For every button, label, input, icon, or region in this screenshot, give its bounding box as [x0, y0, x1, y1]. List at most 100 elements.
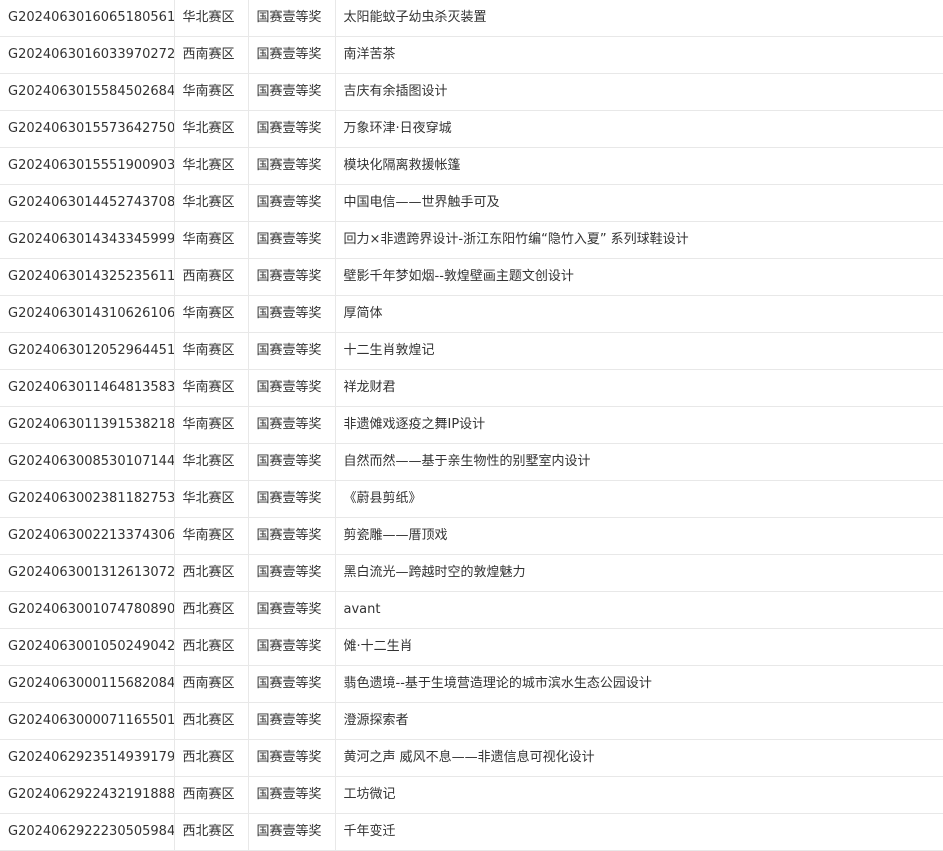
work-title-cell: 祥龙财君 — [334, 369, 943, 407]
region-cell: 华北赛区 — [173, 0, 249, 37]
entry-id-cell: G2024063016033970272 — [0, 36, 175, 74]
table-row: G2024063001312613072 西北赛区 国赛壹等奖 黑白流光—跨越时空的敦… — [0, 554, 943, 592]
table-row: G2024063002213374306 华南赛区 国赛壹等奖 剪瓷雕——厝顶戏 — [0, 517, 943, 555]
awards-table-body: G2024063016065180561 华北赛区 国赛壹等奖 太阳能蚊子幼虫杀灭装置… — [0, 0, 943, 851]
region-cell: 西南赛区 — [173, 258, 249, 296]
entry-id-cell: G2024063002213374306 — [0, 517, 175, 555]
table-row: G2024063014310626106 华南赛区 国赛壹等奖 厚简体 — [0, 295, 943, 333]
entry-id-cell: G2024063014452743708 — [0, 184, 175, 222]
award-cell: 国赛壹等奖 — [247, 517, 336, 555]
table-row: G2024062923514939179 西北赛区 国赛壹等奖 黄河之声 威风不息——… — [0, 739, 943, 777]
awards-table: G2024063016065180561 华北赛区 国赛壹等奖 太阳能蚊子幼虫杀灭装置… — [0, 0, 943, 851]
region-cell: 西南赛区 — [173, 776, 249, 814]
table-row: G2024063011391538218 华南赛区 国赛壹等奖 非遗傩戏逐疫之舞IP设… — [0, 406, 943, 444]
award-cell: 国赛壹等奖 — [247, 665, 336, 703]
table-row: G2024063012052964451 华南赛区 国赛壹等奖 十二生肖敦煌记 — [0, 332, 943, 370]
work-title-cell: 中国电信——世界触手可及 — [334, 184, 943, 222]
entry-id-cell: G2024063011391538218 — [0, 406, 175, 444]
table-row: G2024063014343345999 华南赛区 国赛壹等奖 回力×非遗跨界设计-浙… — [0, 221, 943, 259]
award-cell: 国赛壹等奖 — [247, 739, 336, 777]
table-row: G2024063014325235611 西南赛区 国赛壹等奖 壁影千年梦如烟--敦煌… — [0, 258, 943, 296]
award-cell: 国赛壹等奖 — [247, 443, 336, 481]
region-cell: 华北赛区 — [173, 480, 249, 518]
region-cell: 西北赛区 — [173, 591, 249, 629]
award-cell: 国赛壹等奖 — [247, 480, 336, 518]
region-cell: 西南赛区 — [173, 665, 249, 703]
region-cell: 华南赛区 — [173, 295, 249, 333]
award-cell: 国赛壹等奖 — [247, 295, 336, 333]
entry-id-cell: G2024063008530107144 — [0, 443, 175, 481]
entry-id-cell: G2024063012052964451 — [0, 332, 175, 370]
work-title-cell: avant — [334, 591, 943, 629]
work-title-cell: 千年变迁 — [334, 813, 943, 851]
work-title-cell: 吉庆有余插图设计 — [334, 73, 943, 111]
table-row: G2024063002381182753 华北赛区 国赛壹等奖 《蔚县剪纸》 — [0, 480, 943, 518]
table-row: G2024063000071165501 西北赛区 国赛壹等奖 澄源探索者 — [0, 702, 943, 740]
table-row: G2024063011464813583 华南赛区 国赛壹等奖 祥龙财君 — [0, 369, 943, 407]
entry-id-cell: G2024063001074780890 — [0, 591, 175, 629]
award-cell: 国赛壹等奖 — [247, 369, 336, 407]
award-cell: 国赛壹等奖 — [247, 147, 336, 185]
work-title-cell: 黑白流光—跨越时空的敦煌魅力 — [334, 554, 943, 592]
award-cell: 国赛壹等奖 — [247, 406, 336, 444]
award-cell: 国赛壹等奖 — [247, 332, 336, 370]
work-title-cell: 翡色遗境--基于生境营造理论的城市滨水生态公园设计 — [334, 665, 943, 703]
region-cell: 西北赛区 — [173, 702, 249, 740]
region-cell: 华北赛区 — [173, 443, 249, 481]
award-cell: 国赛壹等奖 — [247, 110, 336, 148]
region-cell: 华南赛区 — [173, 406, 249, 444]
region-cell: 西北赛区 — [173, 813, 249, 851]
table-row: G2024062922230505984 西北赛区 国赛壹等奖 千年变迁 — [0, 813, 943, 851]
entry-id-cell: G2024062923514939179 — [0, 739, 175, 777]
region-cell: 华南赛区 — [173, 369, 249, 407]
table-row: G2024062922432191888 西南赛区 国赛壹等奖 工坊微记 — [0, 776, 943, 814]
entry-id-cell: G2024063001050249042 — [0, 628, 175, 666]
region-cell: 西北赛区 — [173, 554, 249, 592]
work-title-cell: 非遗傩戏逐疫之舞IP设计 — [334, 406, 943, 444]
award-cell: 国赛壹等奖 — [247, 36, 336, 74]
work-title-cell: 太阳能蚊子幼虫杀灭装置 — [334, 0, 943, 37]
entry-id-cell: G2024063015584502684 — [0, 73, 175, 111]
entry-id-cell: G2024063011464813583 — [0, 369, 175, 407]
table-row: G2024063008530107144 华北赛区 国赛壹等奖 自然而然——基于亲生物… — [0, 443, 943, 481]
region-cell: 华北赛区 — [173, 110, 249, 148]
work-title-cell: 《蔚县剪纸》 — [334, 480, 943, 518]
region-cell: 华北赛区 — [173, 147, 249, 185]
work-title-cell: 厚简体 — [334, 295, 943, 333]
entry-id-cell: G2024063016065180561 — [0, 0, 175, 37]
entry-id-cell: G2024063015573642750 — [0, 110, 175, 148]
entry-id-cell: G2024063014325235611 — [0, 258, 175, 296]
table-row: G2024063015573642750 华北赛区 国赛壹等奖 万象环津·日夜穿城 — [0, 110, 943, 148]
work-title-cell: 工坊微记 — [334, 776, 943, 814]
entry-id-cell: G2024063001312613072 — [0, 554, 175, 592]
entry-id-cell: G2024063002381182753 — [0, 480, 175, 518]
work-title-cell: 模块化隔离救援帐篷 — [334, 147, 943, 185]
work-title-cell: 傩·十二生肖 — [334, 628, 943, 666]
work-title-cell: 十二生肖敦煌记 — [334, 332, 943, 370]
award-cell: 国赛壹等奖 — [247, 73, 336, 111]
region-cell: 西南赛区 — [173, 36, 249, 74]
award-cell: 国赛壹等奖 — [247, 628, 336, 666]
region-cell: 华北赛区 — [173, 184, 249, 222]
table-row: G2024063014452743708 华北赛区 国赛壹等奖 中国电信——世界触手可… — [0, 184, 943, 222]
award-cell: 国赛壹等奖 — [247, 702, 336, 740]
award-cell: 国赛壹等奖 — [247, 776, 336, 814]
work-title-cell: 剪瓷雕——厝顶戏 — [334, 517, 943, 555]
award-cell: 国赛壹等奖 — [247, 258, 336, 296]
table-row: G2024063001074780890 西北赛区 国赛壹等奖 avant — [0, 591, 943, 629]
region-cell: 西北赛区 — [173, 628, 249, 666]
entry-id-cell: G2024063014343345999 — [0, 221, 175, 259]
region-cell: 华南赛区 — [173, 73, 249, 111]
region-cell: 华南赛区 — [173, 221, 249, 259]
table-row: G2024063015584502684 华南赛区 国赛壹等奖 吉庆有余插图设计 — [0, 73, 943, 111]
work-title-cell: 自然而然——基于亲生物性的别墅室内设计 — [334, 443, 943, 481]
entry-id-cell: G2024063000071165501 — [0, 702, 175, 740]
entry-id-cell: G2024063000115682084 — [0, 665, 175, 703]
award-cell: 国赛壹等奖 — [247, 184, 336, 222]
award-cell: 国赛壹等奖 — [247, 591, 336, 629]
award-cell: 国赛壹等奖 — [247, 554, 336, 592]
entry-id-cell: G2024062922432191888 — [0, 776, 175, 814]
award-cell: 国赛壹等奖 — [247, 0, 336, 37]
work-title-cell: 万象环津·日夜穿城 — [334, 110, 943, 148]
work-title-cell: 回力×非遗跨界设计-浙江东阳竹编“隐竹入夏” 系列球鞋设计 — [334, 221, 943, 259]
